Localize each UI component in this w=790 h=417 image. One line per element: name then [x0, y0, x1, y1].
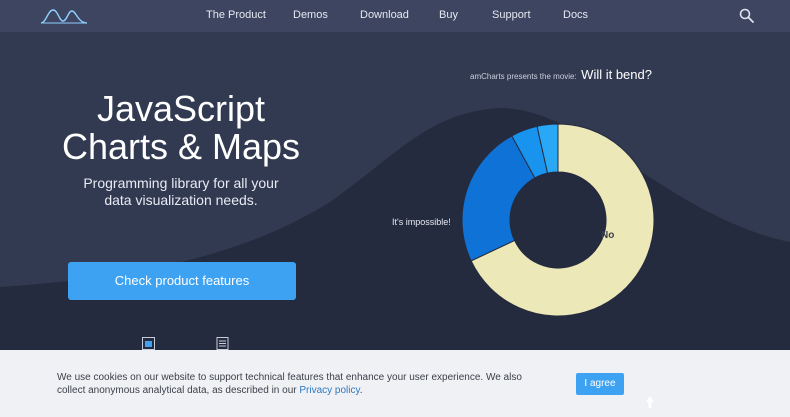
top-navbar: The Product Demos Download Buy Support D… [0, 0, 790, 32]
donut-chart: No It's impossible! [392, 123, 655, 317]
slice-label-impossible: It's impossible! [392, 217, 451, 227]
cookie-text: We use cookies on our website to support… [57, 372, 522, 396]
privacy-policy-link[interactable]: Privacy policy [299, 385, 359, 396]
search-icon[interactable] [739, 8, 754, 23]
nav-item-the-product[interactable]: The Product [206, 9, 266, 21]
hero-title-line1: JavaScript [96, 88, 266, 129]
hero-subtitle: Programming library for all your data vi… [40, 175, 322, 209]
arrow-up-icon[interactable] [644, 395, 656, 409]
nav-item-buy[interactable]: Buy [439, 9, 458, 21]
hero-title-line2: Charts & Maps [61, 126, 301, 167]
amcharts-logo-icon[interactable] [40, 8, 88, 24]
slice-label-no: No [601, 230, 614, 241]
nav-item-docs[interactable]: Docs [563, 9, 588, 21]
nav-item-demos[interactable]: Demos [293, 9, 328, 21]
movie-title[interactable]: Will it bend? [581, 67, 652, 82]
chart-type-icon[interactable] [142, 337, 155, 350]
i-agree-button[interactable]: I agree [576, 373, 624, 395]
hero-title: JavaScript Charts & Maps [40, 90, 322, 166]
cookie-suffix: . [359, 385, 363, 396]
document-icon[interactable] [216, 337, 229, 350]
movie-caption[interactable]: amCharts presents the movie: Will it ben… [470, 66, 652, 84]
cookie-message: We use cookies on our website to support… [57, 371, 547, 397]
nav-item-download[interactable]: Download [360, 9, 409, 21]
hero-subtitle-line2: data visualization needs. [104, 192, 258, 208]
nav-item-support[interactable]: Support [492, 9, 531, 21]
hero-subtitle-line1: Programming library for all your [83, 175, 279, 191]
movie-prefix: amCharts presents the movie: [470, 72, 577, 81]
check-product-features-button[interactable]: Check product features [68, 262, 296, 300]
